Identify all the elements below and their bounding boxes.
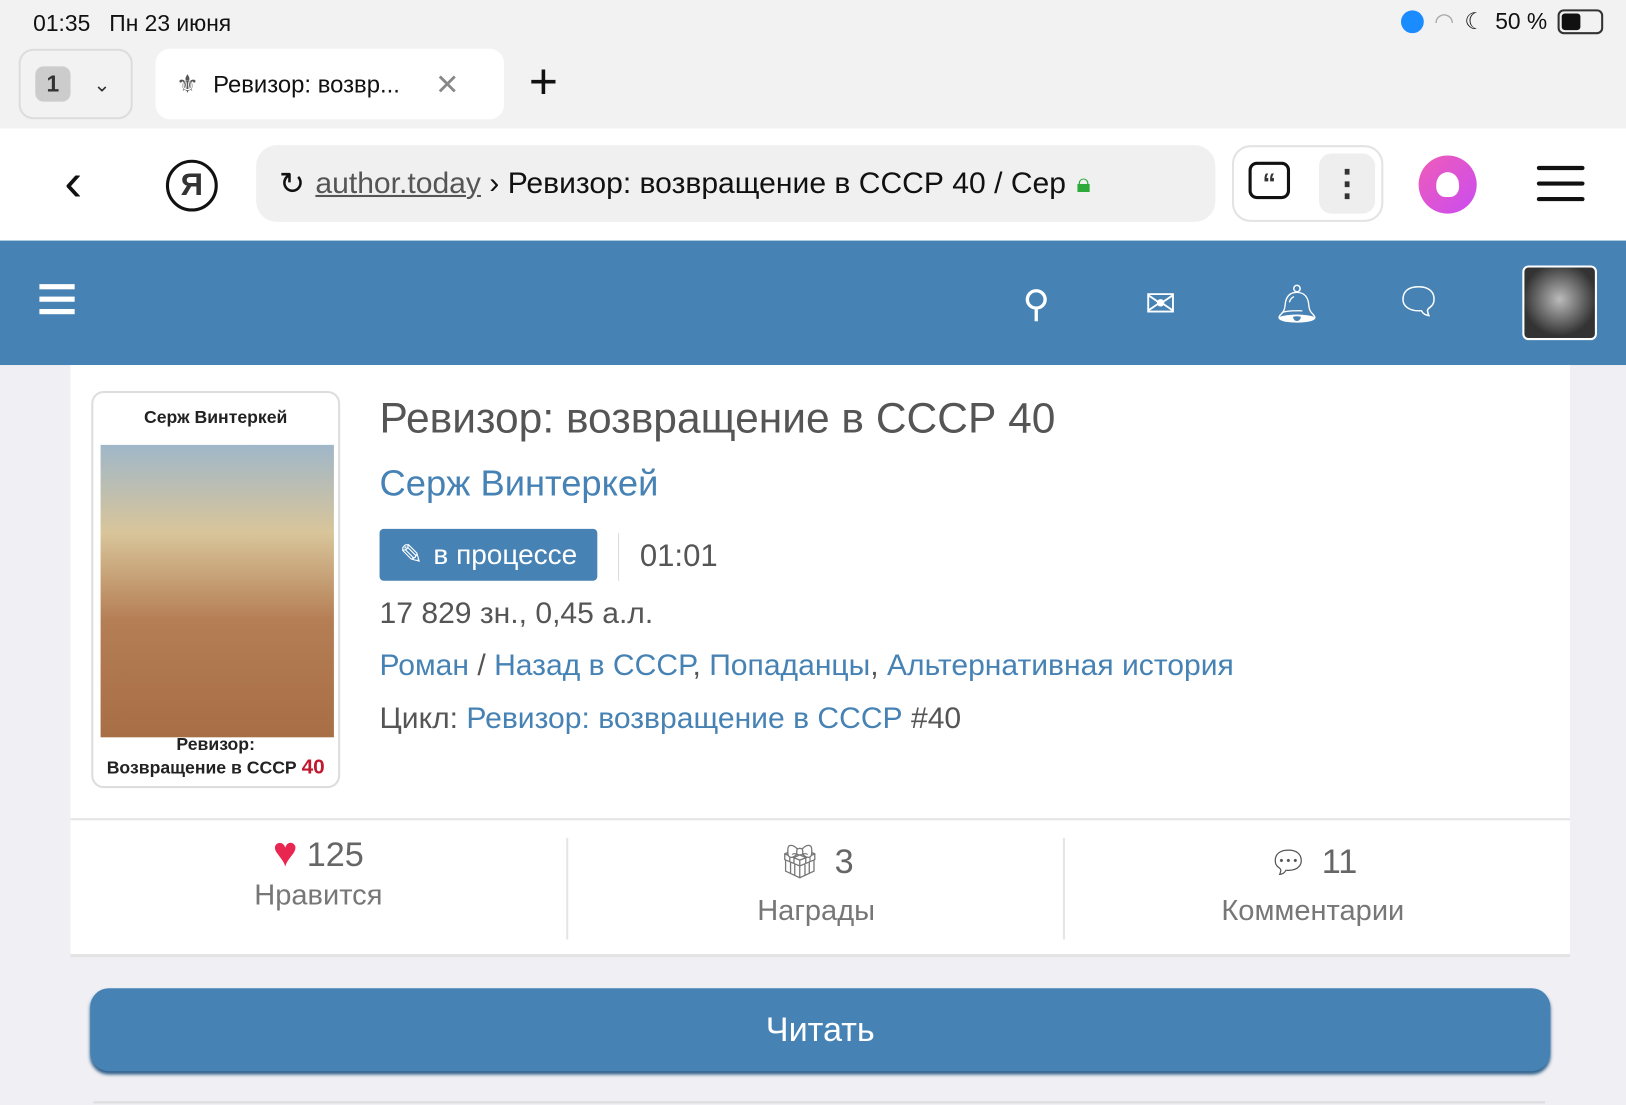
status-label: в процессе [433, 538, 578, 570]
book-size: 17 829 зн., 0,45 а.л. [379, 597, 654, 631]
book-author-link[interactable]: Серж Винтеркей [380, 464, 659, 505]
read-button[interactable]: Читать [90, 988, 1551, 1072]
tab-switcher[interactable]: 1 ⌄ [18, 48, 133, 120]
comments-label: Комментарии [1221, 893, 1405, 927]
tab-title: Ревизор: возвр... [213, 69, 400, 97]
site-favicon-icon: ⚜ [176, 69, 199, 98]
url-domain: author.today [315, 166, 481, 200]
status-time: 01:35 Пн 23 июня [33, 10, 232, 37]
divider [618, 533, 620, 581]
browser-tab[interactable]: ⚜ Ревизор: возвр... ✕ [155, 48, 504, 120]
status-icons: ◠ ☾ 50 % [1400, 8, 1604, 35]
pencil-icon: ✎ [399, 538, 424, 570]
reload-icon[interactable]: ↻ [279, 165, 305, 201]
cycle-link[interactable]: Ревизор: возвращение в СССР [466, 702, 902, 735]
comments-stat[interactable]: 💬︎ 11 Комментарии [1065, 842, 1561, 956]
next-section-edge [93, 1101, 1546, 1105]
cover-title: Ревизор: Возвращение в СССР 40 [106, 734, 325, 779]
genre-link[interactable]: Попаданцы [709, 649, 870, 682]
battery-icon [1557, 9, 1604, 35]
more-menu-icon[interactable]: ⋮ [1319, 153, 1376, 214]
genre-link[interactable]: Роман [380, 649, 469, 682]
tab-count: 1 [35, 66, 71, 102]
site-menu-icon[interactable] [39, 284, 75, 315]
divider [70, 818, 1571, 821]
status-badge: ✎ в процессе [379, 528, 598, 581]
url-title: Ревизор: возвращение в СССР 40 / Сер [507, 166, 1066, 200]
awards-count: 3 [834, 842, 854, 881]
lock-icon: 🔒︎ [1076, 166, 1091, 199]
bell-icon[interactable]: 🔔︎ [1273, 282, 1320, 326]
awards-label: Награды [757, 893, 876, 927]
likes-stat[interactable]: ♥ 125 Нравится [71, 830, 567, 944]
site-header [0, 240, 1626, 366]
awards-stat[interactable]: 🎁︎ 3 Награды [568, 842, 1064, 956]
book-cover[interactable]: Серж Винтеркей Ревизор: Возвращение в ССС… [91, 390, 341, 789]
browser-menu-icon[interactable] [1536, 165, 1585, 213]
user-avatar[interactable] [1522, 265, 1597, 341]
new-tab-button[interactable]: + [529, 58, 558, 108]
battery-label: 50 % [1495, 8, 1548, 35]
cycle-number: #40 [910, 702, 962, 736]
chevron-down-icon: ⌄ [93, 73, 111, 96]
heart-icon: ♥ [272, 829, 298, 876]
wifi-icon: ◠ [1434, 8, 1454, 35]
moon-icon: ☾ [1464, 8, 1485, 35]
divider [70, 954, 1571, 958]
url-separator: › [489, 166, 500, 200]
likes-count: 125 [306, 834, 364, 874]
update-time: 01:01 [639, 539, 718, 574]
mail-icon[interactable]: ✉ [1145, 282, 1176, 326]
genre-link[interactable]: Назад в СССР [494, 649, 692, 682]
alice-assistant-button[interactable] [1418, 155, 1477, 214]
gift-icon: 🎁︎ [778, 843, 821, 881]
genre-link[interactable]: Альтернативная история [887, 649, 1234, 682]
chat-icon[interactable]: 🗨︎ [1395, 280, 1442, 324]
close-tab-icon[interactable]: ✕ [435, 67, 459, 101]
back-button[interactable]: ‹ [64, 156, 82, 210]
cover-author: Серж Винтеркей [144, 407, 288, 428]
likes-label: Нравится [254, 878, 383, 911]
yandex-icon[interactable]: Я [165, 159, 218, 212]
search-icon[interactable]: ⚲ [1022, 282, 1049, 326]
cover-image [100, 444, 334, 738]
browser-action-group: “ ⋮ [1231, 145, 1384, 222]
comments-icon: 💬︎ [1268, 846, 1308, 881]
cycle: Цикл: Ревизор: возвращение в СССР #40 [380, 702, 962, 736]
location-icon [1400, 10, 1424, 34]
cycle-label: Цикл: [379, 702, 458, 736]
genres: Роман / Назад в СССР, Попаданцы, Альтерн… [379, 649, 1234, 683]
comments-count: 11 [1321, 842, 1358, 881]
quote-chat-icon[interactable]: “ [1248, 161, 1291, 200]
url-field[interactable]: ↻ author.today › Ревизор: возвращение в … [256, 145, 1216, 222]
book-title: Ревизор: возвращение в СССР 40 [379, 394, 1056, 442]
